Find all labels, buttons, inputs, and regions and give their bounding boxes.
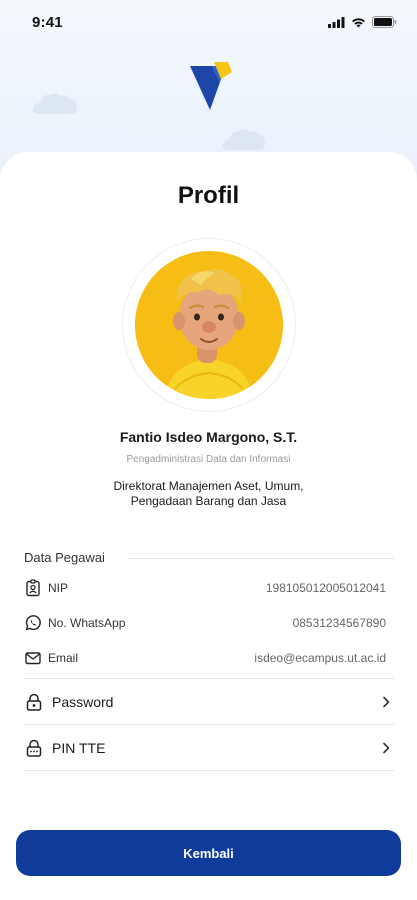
info-value: 08531234567890 (292, 616, 386, 630)
menu-label: Password (52, 693, 114, 710)
status-bar: 9:41 (0, 0, 417, 44)
user-department: Direktorat Manajemen Aset, Umum, Pengada… (113, 479, 304, 508)
signal-icon (328, 16, 345, 28)
info-label: NIP (48, 581, 69, 595)
id-badge-icon (26, 579, 40, 597)
lock-keypad-icon (26, 739, 42, 757)
avatar-illustration (135, 251, 283, 399)
chevron-right-icon (383, 696, 390, 707)
info-label: Email (48, 651, 79, 665)
menu-item-pin-tte[interactable]: PIN TTE (24, 724, 394, 770)
back-button[interactable]: Kembali (16, 830, 401, 876)
brand-logo-icon (190, 62, 232, 110)
battery-icon (372, 16, 397, 28)
section-divider (128, 558, 394, 559)
menu-label: PIN TTE (52, 739, 106, 756)
info-value: 198105012005012041 (265, 581, 386, 595)
info-row-nip: NIP 198105012005012041 (24, 576, 386, 600)
info-row-email: Email isdeo@ecampus.ut.ac.id (24, 646, 386, 670)
whatsapp-icon (25, 615, 41, 631)
user-role: Pengadministrasi Data dan Informasi (126, 454, 291, 465)
mail-icon (25, 652, 41, 665)
wifi-icon (352, 17, 365, 27)
user-name: Fantio Isdeo Margono, S.T. (119, 429, 298, 445)
status-icons (328, 16, 397, 28)
menu-divider (24, 770, 394, 771)
status-time: 9:41 (32, 13, 63, 31)
info-label: No. WhatsApp (48, 616, 126, 630)
lock-icon (26, 693, 42, 711)
info-row-whatsapp: No. WhatsApp 08531234567890 (24, 611, 386, 635)
menu-item-password[interactable]: Password (24, 678, 394, 724)
avatar-frame (122, 238, 296, 412)
cloud-icon (222, 129, 265, 150)
page-title: Profil (177, 182, 240, 209)
cloud-icon (32, 93, 77, 114)
info-value: isdeo@ecampus.ut.ac.id (254, 651, 386, 665)
chevron-right-icon (383, 742, 390, 753)
section-title-employee-data: Data Pegawai (24, 550, 105, 565)
profile-card: Profil Fantio Isdeo Margono, S.T. Pengad… (0, 152, 417, 900)
avatar (135, 251, 283, 399)
